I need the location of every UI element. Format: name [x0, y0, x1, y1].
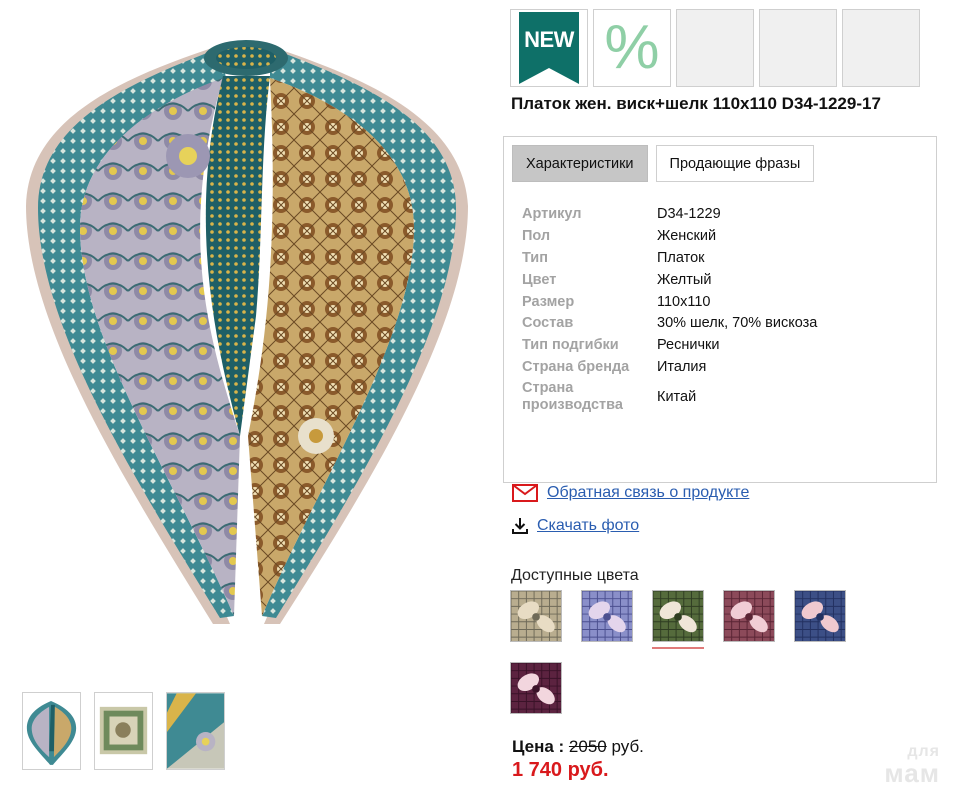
product-title: Платок жен. виск+шелк 110х110 D34-1229-1…: [511, 94, 881, 113]
new-badge: NEW: [510, 9, 588, 87]
old-price: 2050: [568, 737, 607, 756]
spec-row: Страна производства Китай: [522, 378, 817, 415]
download-link-row: Скачать фото: [512, 517, 639, 535]
spec-value: 110х110: [657, 293, 711, 310]
download-photo-link[interactable]: Скачать фото: [537, 517, 639, 535]
spec-row: Страна бренда Италия: [522, 356, 817, 378]
thumbnail-strip: [22, 692, 225, 770]
tab-selling-phrases[interactable]: Продающие фразы: [655, 145, 815, 182]
spec-table: Артикул D34-1229 Пол Женский Тип Платок Цве…: [522, 203, 817, 415]
old-price-currency: руб.: [611, 737, 644, 756]
spec-key: Артикул: [522, 205, 582, 222]
color-swatch-navy-rose[interactable]: [794, 590, 846, 642]
product-main-image[interactable]: [8, 36, 486, 636]
empty-badge-slot: [842, 9, 920, 87]
site-watermark: для мам: [884, 744, 940, 788]
color-swatch-burgundy-pink[interactable]: [723, 590, 775, 642]
spec-key: Страна производства: [522, 379, 623, 413]
spec-value: Желтый: [657, 271, 712, 288]
spec-key: Пол: [522, 227, 551, 244]
spec-key: Цвет: [522, 271, 557, 288]
badge-row: NEW %: [510, 9, 920, 87]
spec-value: D34-1229: [657, 205, 721, 222]
spec-key: Тип: [522, 249, 548, 266]
empty-badge-slot: [759, 9, 837, 87]
current-price: 1 740 руб.: [512, 759, 609, 781]
percent-icon: %: [604, 13, 660, 82]
spec-row: Цвет Желтый: [522, 269, 817, 291]
thumbnail-1[interactable]: [22, 692, 81, 770]
spec-value: Реснички: [657, 337, 720, 354]
empty-badge-slot: [676, 9, 754, 87]
characteristics-panel: Характеристики Продающие фразы Артикул D3…: [503, 136, 937, 483]
sale-badge: %: [593, 9, 671, 87]
thumbnail-3[interactable]: [166, 692, 225, 770]
color-swatch-beige-gray[interactable]: [510, 590, 562, 642]
spec-value: Женский: [657, 227, 717, 244]
color-swatch-olive-green[interactable]: [652, 590, 704, 649]
spec-row: Тип Платок: [522, 247, 817, 269]
tab-characteristics[interactable]: Характеристики: [512, 145, 648, 182]
color-swatch-plum[interactable]: [510, 662, 562, 714]
tab-bar: Характеристики Продающие фразы: [512, 145, 815, 182]
spec-row: Тип подгибки Реснички: [522, 334, 817, 356]
spec-value: Италия: [657, 359, 707, 376]
spec-value: Платок: [657, 249, 705, 266]
feedback-link-row: Обратная связь о продукте: [512, 484, 749, 502]
color-swatch-list: [510, 590, 890, 714]
spec-key: Состав: [522, 315, 574, 332]
envelope-icon: [512, 484, 538, 502]
spec-key: Размер: [522, 293, 575, 310]
available-colors-label: Доступные цвета: [511, 567, 639, 584]
spec-value: 30% шелк, 70% вискоза: [657, 315, 818, 332]
download-icon: [512, 517, 528, 535]
spec-key: Страна бренда: [522, 359, 630, 376]
watermark-line-2: мам: [884, 758, 940, 788]
price-label: Цена :: [512, 737, 565, 756]
spec-value: Китай: [657, 388, 697, 405]
spec-row: Состав 30% шелк, 70% вискоза: [522, 312, 817, 334]
color-swatch-lavender[interactable]: [581, 590, 633, 642]
spec-row: Артикул D34-1229: [522, 203, 817, 225]
price-line: Цена : 2050 руб.: [512, 737, 644, 757]
spec-row: Размер 110х110: [522, 291, 817, 313]
new-badge-label: NEW: [524, 27, 574, 52]
feedback-link[interactable]: Обратная связь о продукте: [547, 484, 749, 502]
spec-row: Пол Женский: [522, 225, 817, 247]
spec-key: Тип подгибки: [522, 337, 619, 354]
thumbnail-2[interactable]: [94, 692, 153, 770]
